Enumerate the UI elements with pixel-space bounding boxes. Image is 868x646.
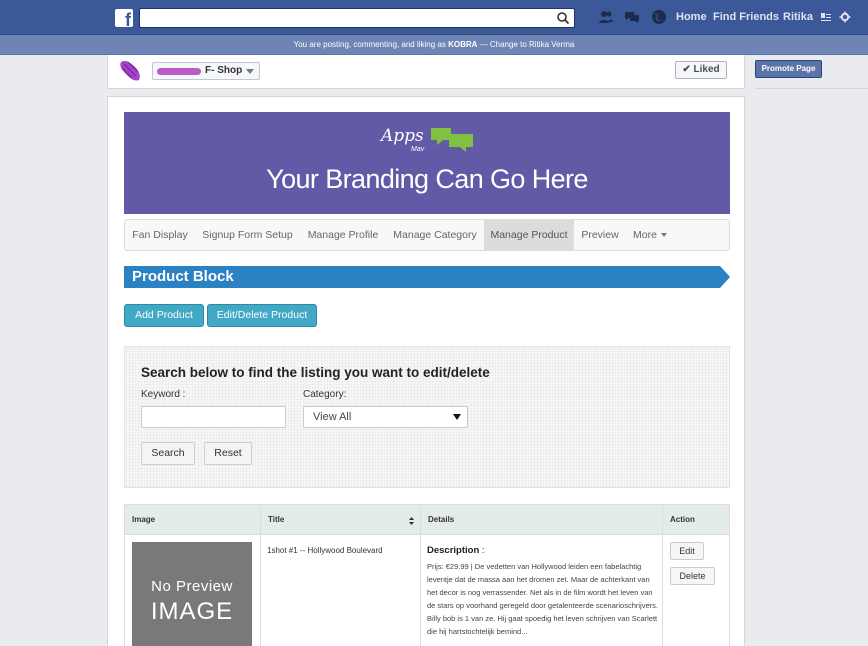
- tab-more[interactable]: More: [626, 220, 674, 250]
- facebook-logo-icon[interactable]: f: [115, 9, 133, 27]
- details-cell: Description : Prijs: €29.99 | De vedette…: [421, 535, 663, 646]
- tab-more-label: More: [633, 229, 657, 241]
- tab-manage-profile[interactable]: Manage Profile: [300, 220, 386, 250]
- notification-icons: [598, 9, 673, 30]
- product-block-title: Product Block: [132, 268, 234, 285]
- image-cell: No Preview IMAGE: [125, 535, 261, 646]
- description-label: Description: [427, 545, 480, 556]
- product-table: Image Title Details Action No Preview IM…: [124, 504, 730, 646]
- column-header-action: Action: [670, 515, 695, 524]
- dropdown-arrow-icon: [453, 414, 461, 420]
- keyword-input[interactable]: [141, 406, 286, 428]
- page-name: F- Shop: [205, 65, 243, 76]
- friend-requests-icon[interactable]: [598, 9, 614, 25]
- search-heading: Search below to find the listing you wan…: [141, 365, 490, 380]
- change-identity-link[interactable]: — Change to Ritika Verma: [477, 40, 575, 49]
- banner-tagline: Your Branding Can Go Here: [266, 164, 588, 194]
- branding-banner: Apps Mav Your Branding Can Go Here: [124, 112, 730, 214]
- facebook-top-bar: f Home Find Friends Ritika: [0, 0, 868, 35]
- description-heading: Description :: [427, 545, 485, 556]
- settings-gear-icon[interactable]: [839, 11, 851, 23]
- nav-home-link[interactable]: Home: [676, 11, 707, 23]
- edit-delete-product-button[interactable]: Edit/Delete Product: [207, 304, 317, 327]
- facebook-search-input[interactable]: [139, 8, 575, 28]
- sidebar-divider: [755, 88, 868, 89]
- column-header-details: Details: [421, 505, 663, 535]
- tab-fan-display[interactable]: Fan Display: [125, 220, 195, 250]
- header-arrow: [720, 266, 730, 288]
- nav-user-link[interactable]: Ritika: [783, 11, 813, 23]
- title-cell: 1shot #1 -- Hollywood Boulevard: [261, 535, 421, 646]
- delete-button[interactable]: Delete: [670, 567, 715, 585]
- tab-manage-product[interactable]: Manage Product: [484, 220, 574, 250]
- no-preview-image-text: IMAGE: [150, 598, 234, 625]
- description-text: Prijs: €29.99 | De vedetten van Hollywoo…: [427, 562, 658, 636]
- action-cell: Edit Delete: [663, 535, 729, 646]
- chat-bubbles-icon: [431, 128, 473, 152]
- liked-button[interactable]: ✔ Liked: [675, 61, 727, 79]
- description-colon: :: [479, 545, 485, 556]
- category-label: Category:: [303, 389, 347, 400]
- messages-icon[interactable]: [624, 9, 640, 25]
- sort-icon[interactable]: [409, 517, 414, 525]
- redacted-name: [157, 68, 201, 75]
- column-header-title[interactable]: Title: [261, 505, 421, 535]
- table-header: Image Title Details Action: [125, 505, 729, 535]
- tab-signup-form-setup[interactable]: Signup Form Setup: [195, 220, 300, 250]
- no-preview-image: No Preview IMAGE: [132, 542, 252, 646]
- nav-find-friends-link[interactable]: Find Friends: [713, 11, 779, 23]
- posting-as-page: KOBRA: [448, 40, 478, 49]
- add-product-button[interactable]: Add Product: [124, 304, 204, 327]
- reset-button[interactable]: Reset: [204, 442, 252, 465]
- promote-page-button[interactable]: Promote Page: [755, 60, 822, 78]
- search-panel: Search below to find the listing you wan…: [124, 346, 730, 488]
- notifications-globe-icon[interactable]: [651, 9, 667, 25]
- no-preview-text: No Preview: [151, 578, 233, 595]
- category-select[interactable]: View All: [303, 406, 468, 428]
- logo-text: Apps: [381, 126, 424, 146]
- privacy-shortcuts-icon[interactable]: [820, 11, 832, 23]
- posting-as-bar: You are posting, commenting, and liking …: [0, 35, 868, 55]
- logo-subtext: Mav: [411, 146, 425, 153]
- tab-preview[interactable]: Preview: [574, 220, 626, 250]
- app-tabs: Fan Display Signup Form Setup Manage Pro…: [124, 219, 730, 251]
- table-row: No Preview IMAGE 1shot #1 -- Hollywood B…: [125, 535, 729, 646]
- apps-mav-logo: Apps Mav: [381, 122, 481, 160]
- chevron-down-icon: [246, 69, 254, 74]
- liked-label: Liked: [693, 64, 720, 75]
- category-selected-value: View All: [313, 411, 352, 423]
- search-button[interactable]: Search: [141, 442, 195, 465]
- posting-as-prefix: You are posting, commenting, and liking …: [293, 40, 449, 49]
- tab-manage-category[interactable]: Manage Category: [386, 220, 484, 250]
- page-header: F- Shop ✔ Liked: [107, 55, 745, 89]
- column-header-title-label: Title: [268, 515, 285, 524]
- product-block-header: Product Block: [124, 266, 730, 288]
- page-switcher-dropdown[interactable]: F- Shop: [152, 62, 260, 80]
- search-icon[interactable]: [556, 11, 570, 25]
- product-title: 1shot #1 -- Hollywood Boulevard: [267, 546, 383, 555]
- keyword-label: Keyword :: [141, 389, 186, 400]
- chevron-down-icon: [660, 233, 667, 238]
- column-header-image: Image: [125, 505, 261, 535]
- edit-button[interactable]: Edit: [670, 542, 704, 560]
- page-avatar[interactable]: [118, 58, 144, 84]
